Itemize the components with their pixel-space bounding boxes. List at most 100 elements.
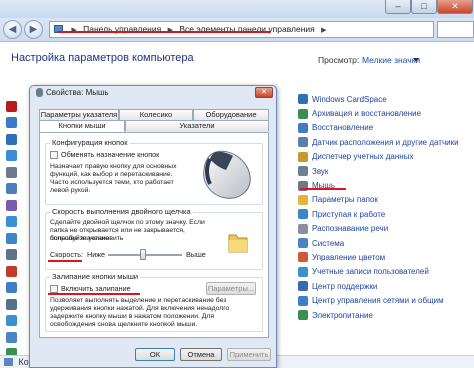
control-panel-item[interactable]: Распознавание речи: [298, 222, 474, 236]
tab-hardware[interactable]: Оборудование: [193, 109, 269, 120]
backup-icon: [298, 108, 308, 119]
dialog-close-button[interactable]: ✕: [255, 87, 273, 98]
color-icon: [298, 252, 308, 263]
dialog-title-text: Свойства: Мышь: [46, 88, 109, 97]
control-panel-item[interactable]: Датчик расположения и другие датчики: [298, 135, 474, 149]
control-panel-item-label: Windows CardSpace: [312, 94, 387, 104]
swap-buttons-label[interactable]: Обменять назначение кнопок: [61, 151, 159, 159]
cancel-button[interactable]: Отмена: [180, 348, 222, 361]
monitor-icon: [6, 331, 17, 343]
keyboard-icon: [6, 249, 17, 261]
control-panel-item[interactable]: Параметры папок: [298, 193, 474, 207]
control-panel-item-label: Управление цветом: [312, 252, 386, 262]
tab-pointers[interactable]: Указатели: [125, 120, 269, 131]
network-icon: [298, 295, 308, 306]
control-panel-item-label: Параметры папок: [312, 195, 378, 205]
control-panel-list: Windows CardSpace Архивация и восстановле…: [298, 92, 474, 322]
control-panel-item-label: Датчик расположения и другие датчики: [312, 137, 459, 147]
flag-icon: [298, 281, 308, 292]
control-panel-item-label: Учетные записи пользователей: [312, 267, 429, 277]
mouse-illustration-icon: [203, 150, 251, 199]
sensor-icon: [298, 137, 308, 148]
control-panel-item[interactable]: Приступая к работе: [298, 207, 474, 221]
address-bar[interactable]: ▶ Панель управления ▶ Все элементы панел…: [49, 21, 434, 38]
microphone-icon: [298, 223, 308, 234]
control-panel-item[interactable]: Центр поддержки: [298, 279, 474, 293]
tab-buttons[interactable]: Кнопки мыши: [39, 120, 125, 132]
defender-icon: [6, 199, 17, 211]
printer-icon: [6, 298, 17, 310]
control-panel-item-label: Электропитание: [312, 310, 373, 320]
speed-description-end: большее значение.: [50, 235, 111, 242]
minimize-button[interactable]: –: [385, 0, 411, 14]
clock-icon: [6, 232, 17, 244]
clicklock-settings-button[interactable]: Параметры...: [206, 282, 256, 295]
control-panel-item[interactable]: Windows CardSpace: [298, 92, 474, 106]
speed-label: Скорость:: [50, 250, 84, 259]
back-arrow-icon[interactable]: ◀: [3, 20, 22, 39]
user-icon: [6, 315, 17, 327]
power-icon: [298, 310, 308, 321]
ok-button[interactable]: ОК: [135, 348, 175, 361]
view-dropdown[interactable]: Мелкие значки: [362, 55, 420, 65]
button-config-group: Конфигурация кнопок Обменять назначение …: [45, 138, 263, 205]
control-panel-item-label: Система: [312, 238, 345, 248]
maximize-button[interactable]: □: [411, 0, 437, 14]
users-icon: [298, 266, 308, 277]
control-panel-item[interactable]: Система: [298, 236, 474, 250]
group-label: Залипание кнопки мыши: [50, 272, 141, 281]
clicklock-description: Позволяет выполнять выделение и перетаск…: [50, 297, 230, 312]
mouse-icon: [36, 88, 43, 97]
search-input[interactable]: [437, 21, 474, 38]
control-panel-item[interactable]: Диспетчер учетных данных: [298, 150, 474, 164]
shield-icon: [6, 265, 17, 277]
cardspace-icon: [298, 94, 308, 105]
control-panel-item[interactable]: Управление цветом: [298, 250, 474, 264]
toolbar-icon: [6, 150, 17, 162]
group-label: Скорость выполнения двойного щелчка: [50, 207, 193, 216]
control-panel-item[interactable]: Учетные записи пользователей: [298, 265, 474, 279]
address-row: ◀ ▶ ▶ Панель управления ▶ Все элементы п…: [0, 18, 474, 42]
control-panel-item-label: Центр поддержки: [312, 281, 378, 291]
annotation-underline: [300, 188, 346, 190]
control-panel-item[interactable]: Мышь: [298, 178, 474, 192]
network-icon: [6, 282, 17, 294]
chevron-down-icon[interactable]: [413, 58, 419, 62]
swap-buttons-checkbox[interactable]: [50, 151, 58, 159]
credential-icon: [298, 151, 308, 162]
control-panel-item-label: Приступая к работе: [312, 209, 386, 219]
control-panel-item[interactable]: Звук: [298, 164, 474, 178]
control-panel-item[interactable]: Восстановление: [298, 121, 474, 135]
apply-button[interactable]: Применить: [227, 348, 271, 361]
tab-wheel[interactable]: Колесико: [119, 109, 193, 120]
close-button[interactable]: ✕: [437, 0, 473, 14]
clicklock-group: Залипание кнопки мыши Включить залипание…: [45, 272, 263, 332]
view-label: Просмотр:: [318, 55, 360, 65]
start-icon: [298, 209, 308, 220]
chevron-right-icon: ▶: [321, 27, 327, 34]
swap-description-end: левой рукой.: [50, 187, 91, 194]
forward-arrow-icon[interactable]: ▶: [24, 20, 43, 39]
control-panel-item-label: Диспетчер учетных данных: [312, 152, 414, 162]
control-panel-item-label: Восстановление: [312, 123, 374, 133]
speed-low-label: Ниже: [87, 250, 106, 259]
windows-flag-icon: [6, 117, 17, 129]
clicklock-checkbox[interactable]: [50, 285, 58, 293]
notification-icon: [6, 133, 17, 145]
control-panel-item[interactable]: Электропитание: [298, 308, 474, 322]
tab-panel: Конфигурация кнопок Обменять назначение …: [39, 132, 269, 338]
annotation-underline: [48, 293, 140, 295]
control-panel-item-label: Распознавание речи: [312, 224, 389, 234]
swap-description: Назначает правую кнопку для основных фун…: [50, 163, 177, 186]
clicklock-description-end: задержите кнопку мыши в нажатом положени…: [50, 313, 215, 328]
tab-pointer-options[interactable]: Параметры указателя: [39, 109, 119, 120]
mouse-properties-dialog: Свойства: Мышь ✕ Параметры указателя Кол…: [29, 85, 277, 368]
speed-slider-thumb[interactable]: [139, 249, 146, 260]
control-panel-item[interactable]: Архивация и восстановление: [298, 106, 474, 120]
recovery-icon: [298, 122, 308, 133]
clicklock-label[interactable]: Включить залипание: [61, 285, 131, 293]
speaker-icon: [298, 166, 308, 177]
test-folder-icon[interactable]: [228, 231, 248, 253]
control-panel-item[interactable]: Центр управления сетями и общим: [298, 293, 474, 307]
group-label: Конфигурация кнопок: [50, 138, 130, 147]
